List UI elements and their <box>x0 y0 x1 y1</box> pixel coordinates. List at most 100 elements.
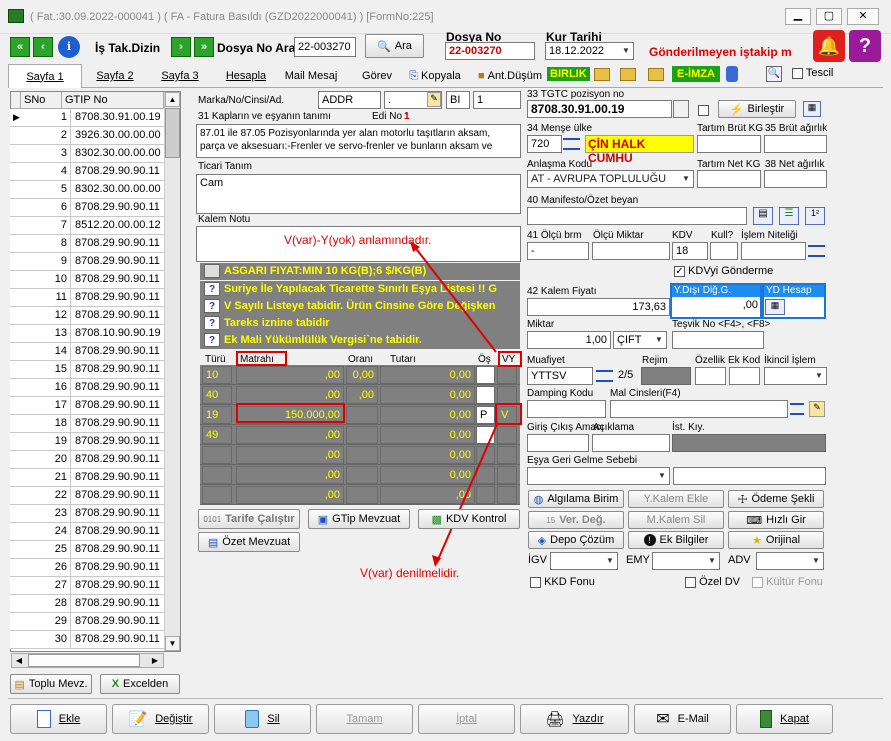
ozet-mevzuat-button[interactable]: ▤ Özet Mevzuat <box>198 532 300 552</box>
mense-name-field: ÇİN HALK CUMHU <box>585 135 694 165</box>
net-agirlik-label: 38 Net ağırlık <box>765 159 825 170</box>
ver-deg-button[interactable]: 15 Ver. Değ. <box>528 511 624 529</box>
kultur-fonu-checkbox[interactable]: Kültür Fonu <box>752 576 823 588</box>
olcu-birim-input[interactable]: - <box>527 242 589 260</box>
ozellik-label: Özellik <box>695 355 726 366</box>
rejim-field <box>641 367 691 385</box>
chevron-down-icon: ▼ <box>815 371 823 380</box>
tarife-calistir-button[interactable]: 0101 Tarife Çalıştır <box>198 509 300 529</box>
islem-niteligi-input[interactable] <box>741 242 806 260</box>
ek-bilgiler-button[interactable]: ! Ek Bilgiler <box>628 531 724 549</box>
depo-cozum-button[interactable]: ◈ Depo Çözüm <box>528 531 624 549</box>
mal-cinsleri-lookup-icon[interactable] <box>790 403 804 415</box>
yd-hesap-calc-icon[interactable]: ▦ <box>765 299 785 315</box>
gtip-icon: ▣ <box>317 513 329 526</box>
gtip-mevzuat-button[interactable]: ▣ GTip Mevzuat <box>308 509 410 529</box>
birlestir-button[interactable]: ⚡ Birleştir <box>718 100 796 118</box>
rejim-value: 2/5 <box>618 369 634 381</box>
chevron-down-icon: ▼ <box>708 556 716 565</box>
summary-icon: ▤ <box>207 536 219 549</box>
tartim-brut-label: Tartım Brüt KG <box>697 123 764 134</box>
orijinal-button[interactable]: ★ Orijinal <box>728 531 824 549</box>
manifesto-label: 40 Manifesto/Özet beyan <box>527 195 639 206</box>
chevron-down-icon: ▼ <box>682 174 690 183</box>
emy-label: EMY <box>626 554 650 566</box>
lightning-icon: ⚡ <box>729 103 744 116</box>
tartim-net-input[interactable] <box>697 170 761 188</box>
ek-kod-label: Ek Kod <box>728 355 761 366</box>
anlasma-select[interactable]: AT - AVRUPA TOPLULUĞU ▼ <box>527 170 694 188</box>
manifesto-input[interactable] <box>527 207 747 225</box>
m-kalem-sil-button[interactable]: M.Kalem Sil <box>628 511 724 529</box>
net-agirlik-input[interactable] <box>764 170 827 188</box>
adv-select[interactable]: ▼ <box>756 552 824 570</box>
kull-input[interactable] <box>710 242 738 260</box>
manifesto-number-icon[interactable]: 1² <box>805 207 825 225</box>
new-document-icon <box>36 710 51 728</box>
iptal-button[interactable]: İptal <box>418 704 515 734</box>
hizli-gir-button[interactable]: ⌨ Hızlı Gir <box>728 511 824 529</box>
payment-icon: ☩ <box>737 493 748 506</box>
mense-lookup-icon[interactable] <box>563 138 580 150</box>
mal-cinsleri-label: Mal Cinsleri(F4) <box>610 388 681 399</box>
ozellik-input[interactable] <box>695 367 726 385</box>
manifesto-doc-icon[interactable]: ▤ <box>753 207 773 225</box>
kkd-fonu-checkbox[interactable]: KKD Fonu <box>530 576 595 588</box>
mense-code-input[interactable]: 720 <box>527 135 562 153</box>
rejim-label: Rejim <box>642 355 668 366</box>
islem-lookup-icon[interactable] <box>808 245 825 257</box>
kalem-fiyat-label: 42 Kalem Fiyatı <box>527 286 597 297</box>
olcu-miktar-input[interactable] <box>592 242 670 260</box>
ikincil-select[interactable]: ▼ <box>764 367 827 385</box>
yazdir-button[interactable]: 🖨 Yazdır <box>520 704 629 734</box>
tamam-button[interactable]: Tamam <box>316 704 413 734</box>
annotation-var-denilmeli: V(var) denilmelidir. <box>360 566 460 580</box>
alert-icon: ! <box>643 534 656 546</box>
esya-geri-label: Eşya Geri Gelme Sebebi <box>527 455 638 466</box>
mal-cinsleri-edit-icon[interactable]: ✎ <box>809 401 825 417</box>
brut-agirlik-input[interactable] <box>764 135 827 153</box>
degistir-button[interactable]: 📝 Değiştir <box>112 704 209 734</box>
manifesto-list-icon[interactable]: ☰ <box>779 207 799 225</box>
esya-geri-input[interactable] <box>673 467 826 485</box>
giris-cikis-input[interactable] <box>527 434 589 452</box>
miktar-input[interactable]: 1,00 <box>527 331 611 349</box>
miktar-unit-select[interactable]: ÇIFT ▼ <box>613 331 667 349</box>
igv-select[interactable]: ▼ <box>550 552 618 570</box>
chevron-down-icon: ▼ <box>812 556 820 565</box>
ydisi-value[interactable]: ,00 <box>672 299 758 311</box>
chevron-down-icon: ▼ <box>606 556 614 565</box>
aciklama-input[interactable] <box>592 434 670 452</box>
y-kalem-ekle-button[interactable]: Y.Kalem Ekle <box>628 490 724 508</box>
muafiyet-lookup-icon[interactable] <box>596 370 613 382</box>
kalem-fiyat-input[interactable]: 173,63 <box>527 298 670 316</box>
kdv-kontrol-button[interactable]: ▩ KDV Kontrol <box>418 509 520 529</box>
ekle-button[interactable]: Ekle <box>10 704 107 734</box>
odeme-sekli-button[interactable]: ☩ Ödeme Şekli <box>728 490 824 508</box>
ozel-dv-checkbox[interactable]: Özel DV <box>685 576 740 588</box>
damping-input[interactable] <box>527 400 606 418</box>
kdv-icon: ▩ <box>431 513 442 526</box>
ist-kiy-field <box>672 434 826 452</box>
ek-kod-input[interactable] <box>729 367 760 385</box>
algilama-birim-button[interactable]: ◍ Algılama Birim <box>528 490 624 508</box>
kdv-gonderme-checkbox[interactable]: ✓ KDVyi Gönderme <box>674 265 773 277</box>
kapat-button[interactable]: Kapat <box>736 704 833 734</box>
kdv-input[interactable]: 18 <box>672 242 708 260</box>
sil-button[interactable]: Sil <box>214 704 311 734</box>
calculator-icon[interactable]: ▦ <box>803 101 821 117</box>
tartim-brut-input[interactable] <box>697 135 761 153</box>
tgtc-checkbox[interactable] <box>698 104 709 116</box>
mal-cinsleri-input[interactable] <box>610 400 788 418</box>
emy-select[interactable]: ▼ <box>652 552 720 570</box>
star-icon: ★ <box>751 534 762 547</box>
esya-geri-select[interactable]: ▼ <box>527 467 670 485</box>
unit-icon: ◍ <box>533 493 544 506</box>
igv-label: İGV <box>528 554 547 566</box>
tgtc-extra-input[interactable] <box>673 100 689 118</box>
tesvik-input[interactable] <box>672 331 764 349</box>
muafiyet-input[interactable]: YTTSV <box>527 367 593 385</box>
tgtc-input[interactable]: 8708.30.91.00.19 <box>527 100 672 118</box>
olcu-miktar-label: Ölçü Miktar <box>593 230 644 241</box>
email-button[interactable]: ✉ E-Mail <box>634 704 731 734</box>
